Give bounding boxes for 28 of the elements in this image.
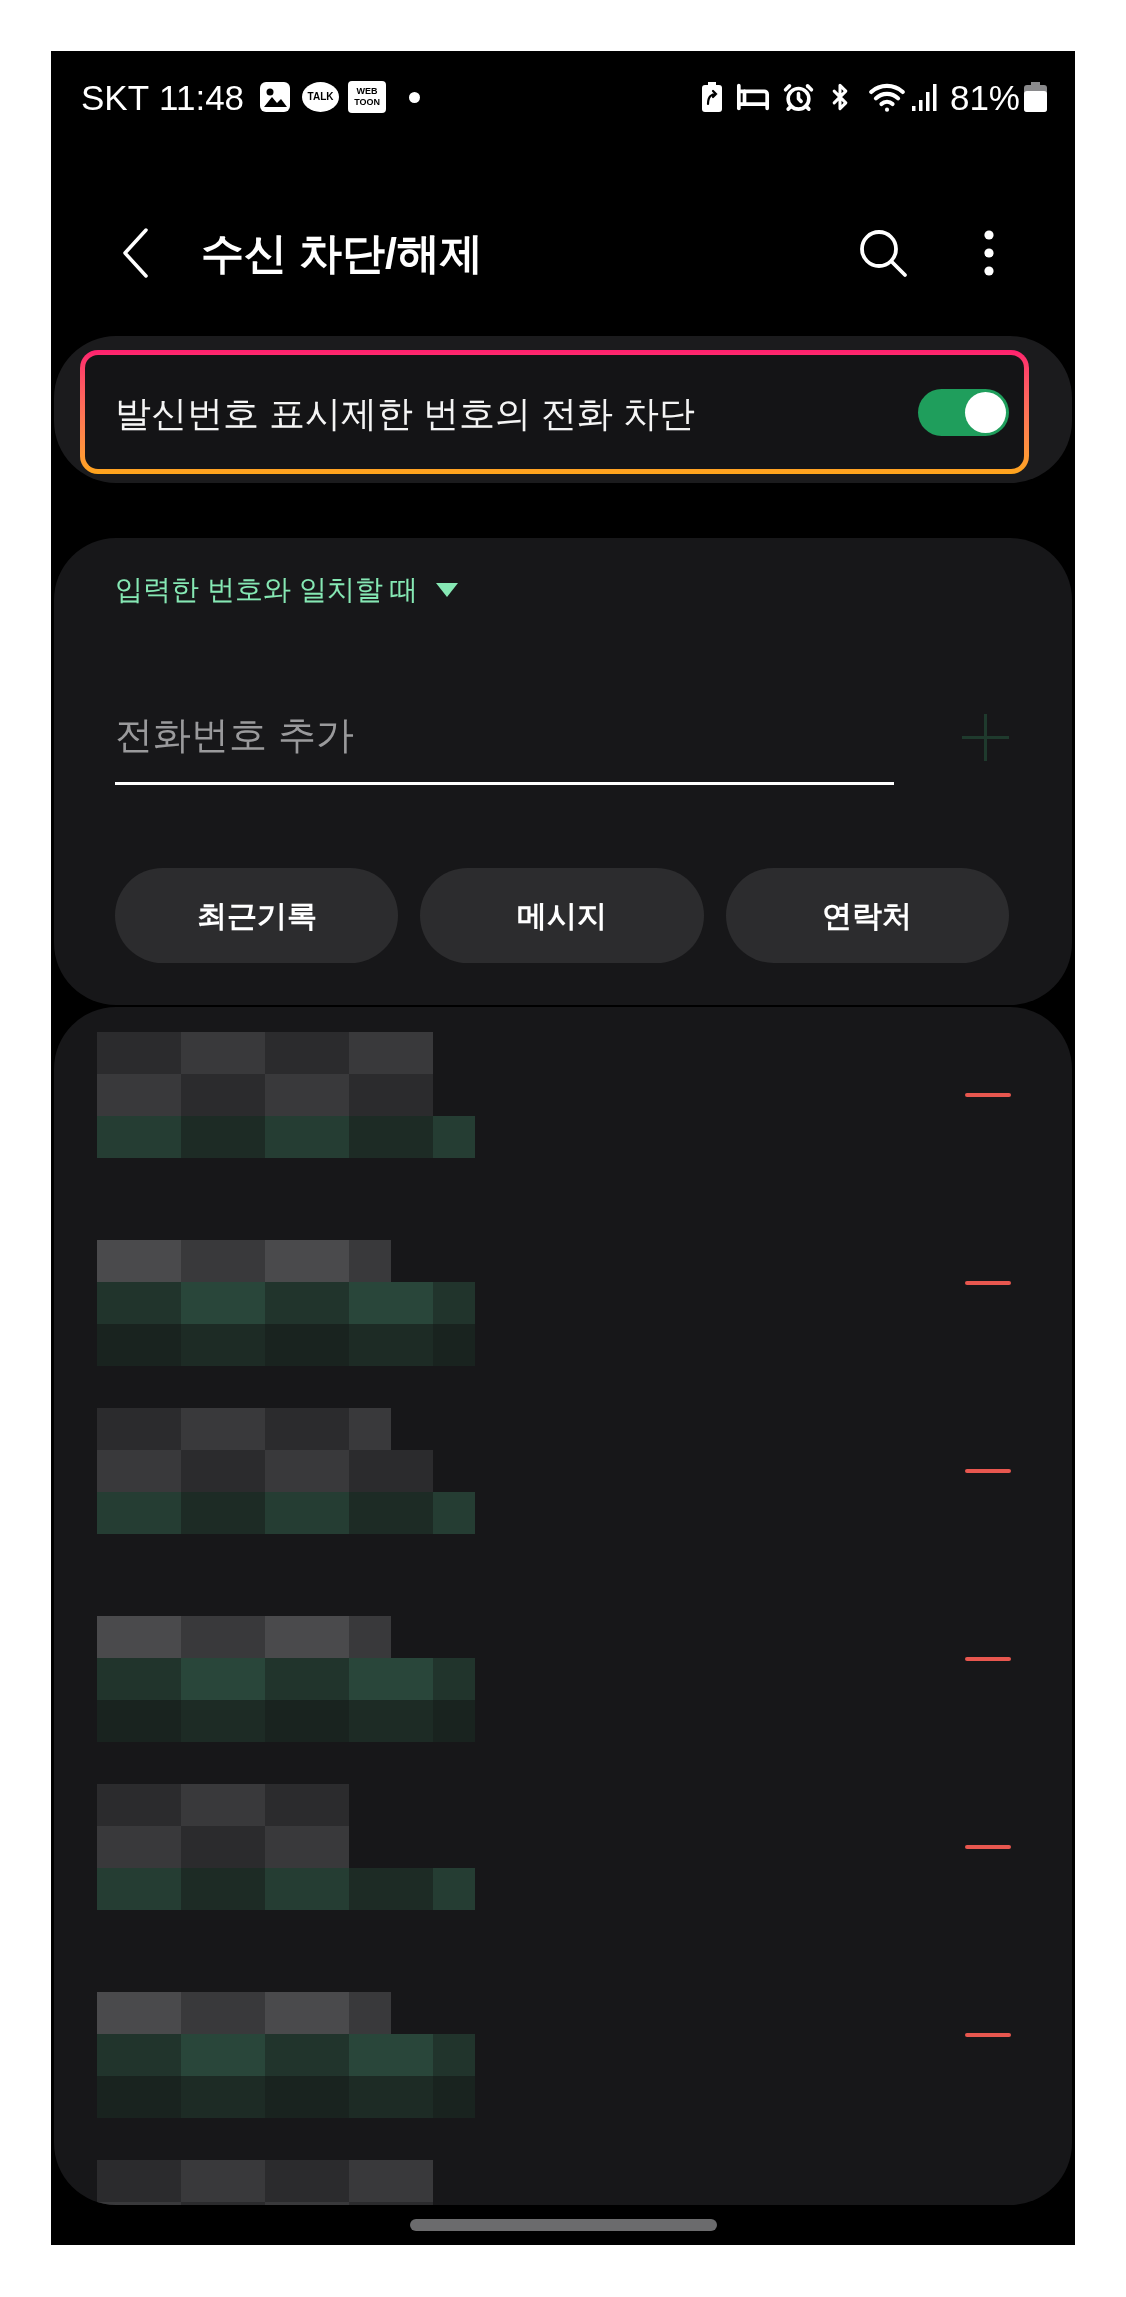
- carrier-name: SKT: [81, 79, 150, 115]
- source-button[interactable]: 연락처: [725, 868, 1009, 963]
- alarm-clock-icon: [782, 81, 814, 113]
- comic-logo: WEB TOON: [348, 81, 387, 113]
- minus-icon: [965, 2033, 1011, 2037]
- toggle-switch[interactable]: [918, 388, 1009, 436]
- phone-number-input[interactable]: 전화번호 추가: [115, 705, 894, 785]
- page-title: 수신 차단/해제: [201, 231, 483, 275]
- minus-icon: [965, 1281, 1011, 1285]
- status-time: 11:48: [159, 79, 245, 115]
- minus-icon: [965, 1845, 1011, 1849]
- minus-icon: [965, 1469, 1011, 1473]
- signal-icon: [911, 83, 938, 111]
- battery-percentage: 81%: [949, 79, 1020, 115]
- chevron-left-icon: [122, 228, 148, 278]
- minus-icon: [965, 1093, 1011, 1097]
- search-icon: [858, 228, 908, 278]
- dropdown-triangle-icon: [436, 583, 459, 597]
- source-button[interactable]: 최근기록: [115, 868, 399, 963]
- more-options-icon: [984, 230, 994, 276]
- source-button[interactable]: 메시지: [420, 868, 704, 963]
- chat-logo: TALK: [302, 82, 340, 112]
- setting-label: 발신번호 표시제한 번호의 전화 차단: [115, 392, 695, 436]
- match-rule-dropdown[interactable]: 입력한 번호와 일치할 때: [115, 573, 459, 607]
- picture-icon: [260, 82, 291, 112]
- minus-icon: [965, 1657, 1011, 1661]
- plus-icon: [962, 714, 1009, 761]
- battery-icon: [1024, 82, 1047, 112]
